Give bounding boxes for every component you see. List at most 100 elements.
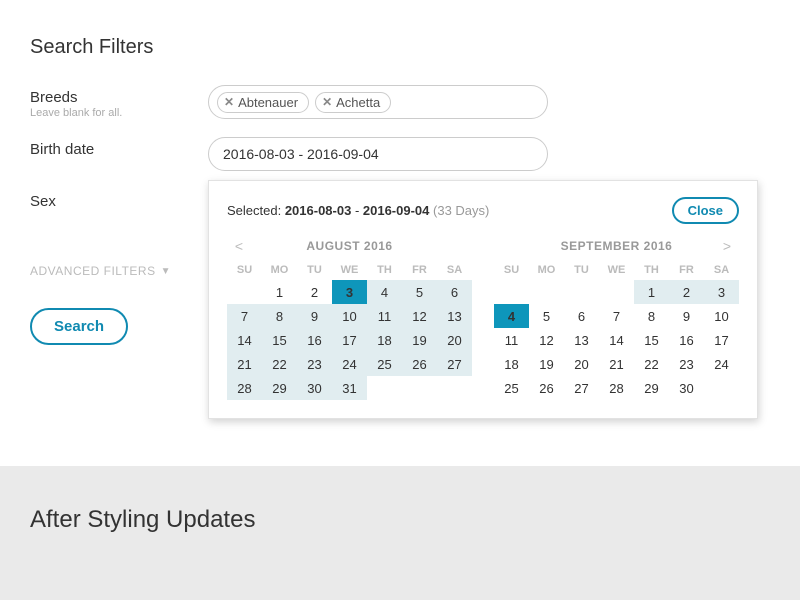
dow-header: MO (262, 260, 297, 280)
calendar-day[interactable]: 20 (564, 352, 599, 376)
month-2-title: SEPTEMBER 2016 (561, 239, 673, 253)
calendar-grid-1: SUMOTUWETHFRSA12345678910111213141516171… (227, 260, 472, 400)
next-month-button[interactable]: > (719, 238, 735, 254)
calendar-day[interactable]: 13 (564, 328, 599, 352)
calendar-day[interactable]: 23 (669, 352, 704, 376)
calendar-day[interactable]: 28 (599, 376, 634, 400)
calendar-day[interactable]: 11 (367, 304, 402, 328)
calendar-day[interactable]: 25 (367, 352, 402, 376)
calendar-day[interactable]: 7 (599, 304, 634, 328)
prev-month-button[interactable]: < (231, 238, 247, 254)
selected-duration: (33 Days) (433, 203, 489, 218)
calendar-day[interactable]: 17 (332, 328, 367, 352)
dow-header: TH (367, 260, 402, 280)
calendar-day[interactable]: 17 (704, 328, 739, 352)
dow-header: FR (669, 260, 704, 280)
calendar-day[interactable]: 14 (599, 328, 634, 352)
calendar-day[interactable]: 4 (367, 280, 402, 304)
breeds-sublabel: Leave blank for all. (30, 107, 208, 119)
birthdate-row: Birth date 2016-08-03 - 2016-09-04 (30, 137, 770, 171)
calendar-day[interactable]: 12 (529, 328, 564, 352)
calendar-day[interactable]: 2 (297, 280, 332, 304)
calendar-day[interactable]: 19 (402, 328, 437, 352)
page-title: Search Filters (30, 36, 770, 59)
calendar-day[interactable]: 1 (634, 280, 669, 304)
advanced-filters-toggle[interactable]: ADVANCED FILTERS ▼ (30, 264, 171, 278)
calendar-day[interactable]: 5 (402, 280, 437, 304)
calendar-day[interactable]: 27 (564, 376, 599, 400)
calendar-day[interactable]: 31 (332, 376, 367, 400)
calendar-day[interactable]: 22 (262, 352, 297, 376)
calendar-empty-cell (494, 280, 529, 304)
calendar-day[interactable]: 2 (669, 280, 704, 304)
month-1-title: AUGUST 2016 (306, 239, 392, 253)
dow-header: WE (599, 260, 634, 280)
calendar-day[interactable]: 6 (564, 304, 599, 328)
calendar-day[interactable]: 10 (704, 304, 739, 328)
calendar-day[interactable]: 15 (634, 328, 669, 352)
calendar-day[interactable]: 12 (402, 304, 437, 328)
footer-band: After Styling Updates (0, 466, 800, 600)
calendar-day[interactable]: 13 (437, 304, 472, 328)
calendar-day[interactable]: 8 (634, 304, 669, 328)
calendar-day[interactable]: 20 (437, 328, 472, 352)
calendar-day[interactable]: 14 (227, 328, 262, 352)
calendar-day[interactable]: 16 (297, 328, 332, 352)
calendar-day[interactable]: 30 (669, 376, 704, 400)
close-icon[interactable]: ✕ (224, 95, 234, 109)
calendar-day[interactable]: 28 (227, 376, 262, 400)
calendar-day[interactable]: 26 (529, 376, 564, 400)
calendar-day[interactable]: 6 (437, 280, 472, 304)
calendar-day[interactable]: 23 (297, 352, 332, 376)
calendar-empty-cell (227, 280, 262, 304)
calendar-day[interactable]: 5 (529, 304, 564, 328)
calendar-day[interactable]: 7 (227, 304, 262, 328)
calendar-day[interactable]: 26 (402, 352, 437, 376)
close-button[interactable]: Close (672, 197, 739, 224)
search-button[interactable]: Search (30, 308, 128, 345)
breed-tag[interactable]: ✕ Abtenauer (217, 92, 309, 113)
calendar-day[interactable]: 25 (494, 376, 529, 400)
calendar-day[interactable]: 11 (494, 328, 529, 352)
calendar-day[interactable]: 24 (704, 352, 739, 376)
calendar-day[interactable]: 9 (297, 304, 332, 328)
selected-label: Selected: (227, 203, 281, 218)
calendar-day[interactable]: 18 (494, 352, 529, 376)
calendar-day[interactable]: 8 (262, 304, 297, 328)
calendar-day[interactable]: 1 (262, 280, 297, 304)
calendar-day[interactable]: 3 (704, 280, 739, 304)
calendar-day[interactable]: 29 (262, 376, 297, 400)
dow-header: TH (634, 260, 669, 280)
dow-header: TU (564, 260, 599, 280)
calendar-day[interactable]: 9 (669, 304, 704, 328)
birthdate-value: 2016-08-03 - 2016-09-04 (223, 146, 379, 162)
calendar-empty-cell (367, 376, 402, 400)
calendar-day[interactable]: 19 (529, 352, 564, 376)
dow-header: FR (402, 260, 437, 280)
calendar-day[interactable]: 21 (227, 352, 262, 376)
calendar-empty-cell (402, 376, 437, 400)
calendar-day[interactable]: 22 (634, 352, 669, 376)
breeds-row: Breeds Leave blank for all. ✕ Abtenauer … (30, 85, 770, 119)
calendar-day[interactable]: 27 (437, 352, 472, 376)
calendar-day[interactable]: 15 (262, 328, 297, 352)
calendar-day[interactable]: 29 (634, 376, 669, 400)
dow-header: WE (332, 260, 367, 280)
close-icon[interactable]: ✕ (322, 95, 332, 109)
dow-header: TU (297, 260, 332, 280)
selected-start: 2016-08-03 (285, 203, 352, 218)
calendar-empty-cell (564, 280, 599, 304)
calendar-day[interactable]: 30 (297, 376, 332, 400)
breed-tag[interactable]: ✕ Achetta (315, 92, 391, 113)
calendar-day[interactable]: 21 (599, 352, 634, 376)
calendar-day[interactable]: 18 (367, 328, 402, 352)
calendar-day[interactable]: 16 (669, 328, 704, 352)
breeds-input[interactable]: ✕ Abtenauer ✕ Achetta (208, 85, 548, 119)
calendar-day[interactable]: 4 (494, 304, 529, 328)
calendar-day[interactable]: 3 (332, 280, 367, 304)
birthdate-input[interactable]: 2016-08-03 - 2016-09-04 (208, 137, 548, 171)
calendar-day[interactable]: 10 (332, 304, 367, 328)
calendar-day[interactable]: 24 (332, 352, 367, 376)
calendar-empty-cell (704, 376, 739, 400)
dow-header: SA (704, 260, 739, 280)
